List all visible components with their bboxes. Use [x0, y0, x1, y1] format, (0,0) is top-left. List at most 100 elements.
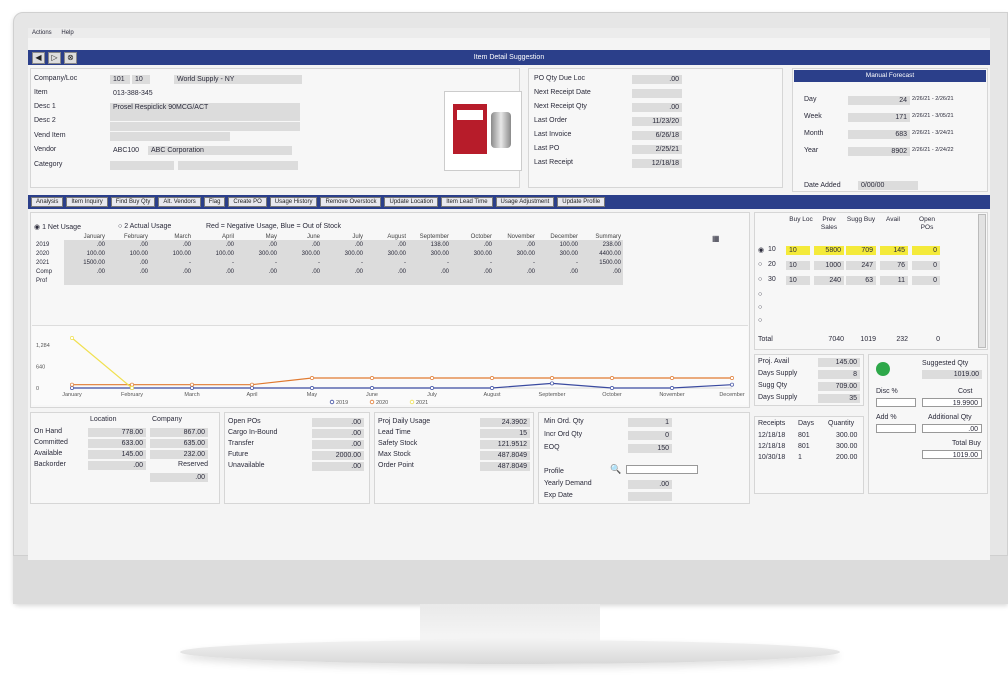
- x-tick-label: September: [539, 392, 566, 398]
- tab-item-inquiry[interactable]: Item Inquiry: [66, 197, 108, 207]
- usage-cell: -: [451, 258, 494, 267]
- tab-analysis[interactable]: Analysis: [31, 197, 64, 207]
- additional-qty-input[interactable]: .00: [922, 424, 982, 433]
- company-code-field[interactable]: 101: [110, 75, 130, 84]
- loc-avail: 11: [880, 276, 908, 285]
- loc-option-label: 30: [768, 276, 776, 283]
- forecast-row-value[interactable]: 8902: [848, 147, 910, 156]
- actual-usage-radio[interactable]: ○ 2 Actual Usage: [118, 223, 171, 230]
- loc-total-open: 0: [936, 336, 940, 343]
- tab-usage-history[interactable]: Usage History: [269, 197, 318, 207]
- data-point: [490, 386, 494, 390]
- desc2-label: Desc 2: [34, 117, 56, 124]
- x-tick-label: August: [483, 392, 501, 398]
- menu-help[interactable]: Help: [61, 30, 73, 36]
- usage-cell: .00: [494, 267, 537, 276]
- loc-column-header: Open POs: [919, 216, 935, 231]
- x-tick-label: July: [427, 392, 437, 398]
- data-point: [370, 386, 374, 390]
- category-field-1[interactable]: [110, 161, 174, 170]
- cost-input[interactable]: 19.9900: [922, 398, 982, 407]
- legend-marker: [409, 399, 415, 405]
- data-point: [370, 376, 374, 380]
- forecast-row-value[interactable]: 683: [848, 130, 910, 139]
- data-point: [250, 386, 254, 390]
- tab-alt-vendors[interactable]: Alt. Vendors: [158, 197, 201, 207]
- net-usage-label: 1 Net Usage: [42, 224, 81, 231]
- loc-radio-20[interactable]: ○: [758, 261, 762, 268]
- yearly-demand-label: Yearly Demand: [544, 480, 592, 487]
- data-point: [70, 382, 74, 387]
- vend-item-field[interactable]: [110, 132, 230, 141]
- loc-radio-10[interactable]: ◉: [758, 246, 764, 254]
- forward-arrow-icon[interactable]: ▷: [48, 52, 61, 64]
- onhand-location-value: 145.00: [88, 450, 146, 459]
- forecast-row-value[interactable]: 24: [848, 96, 910, 105]
- tab-flag[interactable]: Flag: [203, 197, 226, 207]
- desc1-field[interactable]: Prosel Respiclick 90MCG/ACT: [110, 103, 300, 121]
- loc-radio-empty[interactable]: ○: [758, 304, 762, 311]
- openpo-row-value: .00: [312, 440, 364, 449]
- search-icon[interactable]: 🔍: [610, 464, 621, 475]
- legend-marker: [369, 399, 375, 405]
- close-icon[interactable]: ⊗: [64, 52, 77, 64]
- forecast-row-value[interactable]: 171: [848, 113, 910, 122]
- menu-actions[interactable]: Actions: [32, 30, 52, 36]
- net-usage-radio[interactable]: ◉ 1 Net Usage: [34, 223, 81, 231]
- daily-row-label: Proj Daily Usage: [378, 418, 431, 425]
- minord-row-value[interactable]: 1: [628, 418, 672, 427]
- receipts-header: Days: [798, 420, 814, 427]
- add-percent-input[interactable]: [876, 424, 916, 433]
- minord-row-value[interactable]: 0: [628, 431, 672, 440]
- back-arrow-icon[interactable]: ◀: [32, 52, 45, 64]
- profile-label: Profile: [544, 468, 564, 475]
- tab-usage-adjustment[interactable]: Usage Adjustment: [495, 197, 555, 207]
- tab-find-buy-qty[interactable]: Find Buy Qty: [110, 197, 156, 207]
- x-tick-label: February: [121, 392, 143, 398]
- suggested-qty-label: Suggested Qty: [922, 360, 969, 367]
- category-field-2[interactable]: [178, 161, 298, 170]
- usage-cell: 300.00: [365, 249, 408, 258]
- data-point: [610, 386, 614, 390]
- profile-input[interactable]: [626, 465, 698, 474]
- loc-sugg-buy: 63: [846, 276, 876, 285]
- tab-remove-overstock[interactable]: Remove Overstock: [320, 197, 382, 207]
- loc-open-pos: 0: [912, 261, 940, 270]
- usage-cell: 300.00: [451, 249, 494, 258]
- loc-radio-30[interactable]: ○: [758, 276, 762, 283]
- minord-row-value[interactable]: 150: [628, 444, 672, 453]
- usage-row: 2021 1500.00.00- - - - - - - - - -1500.00: [34, 258, 623, 267]
- data-point: [550, 381, 554, 386]
- usage-cell: [580, 276, 623, 285]
- loc-radio-empty[interactable]: ○: [758, 317, 762, 324]
- usage-cell: 300.00: [279, 249, 322, 258]
- manual-forecast-title: Manual Forecast: [794, 70, 986, 82]
- disc-input[interactable]: [876, 398, 916, 407]
- x-tick-label: June: [366, 392, 378, 398]
- tab-update-location[interactable]: Update Location: [384, 197, 439, 207]
- tab-update-profile[interactable]: Update Profile: [557, 197, 606, 207]
- usage-row: Comp .00.00.00.00.00.00.00.00.00.00.00.00…: [34, 267, 623, 276]
- proj-row-value: 35: [818, 394, 860, 403]
- po-row-label: Last Order: [534, 117, 568, 124]
- onhand-company-value: 867.00: [150, 428, 208, 437]
- tab-create-po[interactable]: Create PO: [228, 197, 267, 207]
- total-buy-field[interactable]: 1019.00: [922, 450, 982, 459]
- usage-cell: [494, 276, 537, 285]
- usage-cell: .00: [408, 267, 451, 276]
- loc-radio-empty[interactable]: ○: [758, 291, 762, 298]
- item-label: Item: [34, 89, 48, 96]
- usage-cell: .00: [150, 240, 193, 249]
- proj-row-label: Days Supply: [758, 394, 798, 401]
- desc2-field[interactable]: [110, 122, 300, 131]
- tab-item-lead-time[interactable]: Item Lead Time: [441, 197, 493, 207]
- locations-scrollbar[interactable]: [978, 214, 986, 348]
- onhand-company-header: Company: [152, 416, 182, 423]
- openpo-row-label: Unavailable: [228, 462, 265, 469]
- usage-cell: 100.00: [107, 249, 150, 258]
- category-label: Category: [34, 161, 63, 168]
- usage-cell: .00: [451, 240, 494, 249]
- loc-code-field[interactable]: 10: [132, 75, 150, 84]
- loc-total-label: Total: [758, 336, 773, 343]
- suggested-qty-field[interactable]: 1019.00: [922, 370, 982, 379]
